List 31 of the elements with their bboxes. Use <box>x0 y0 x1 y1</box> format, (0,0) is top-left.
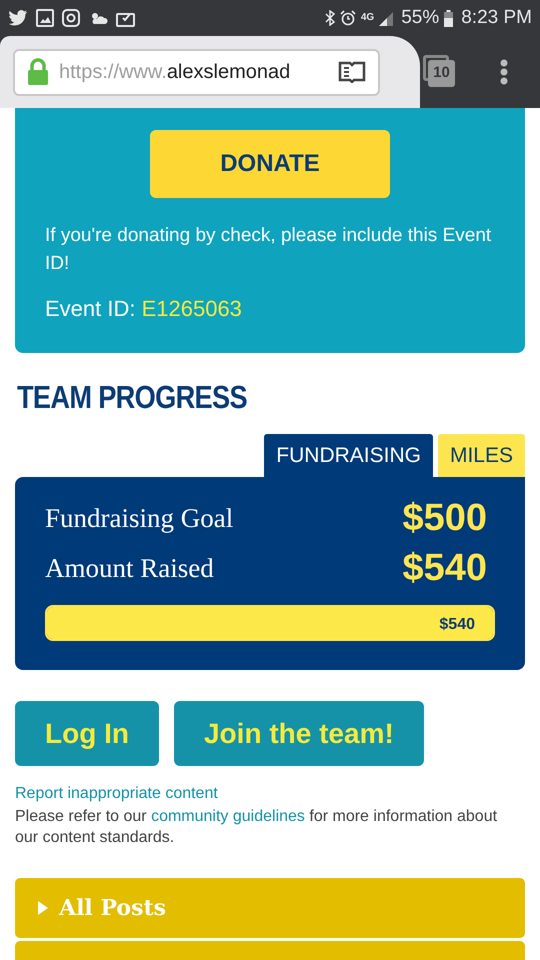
bluetooth-icon <box>324 10 335 26</box>
network-label: 4G <box>360 13 374 23</box>
bird-icon <box>8 9 28 27</box>
guidelines-text: Please refer to our community guidelines for more information about our content standards. <box>15 807 498 848</box>
url-field[interactable]: https://www.alexslemonad <box>13 48 380 96</box>
progress-tab[interactable]: FUNDRAISING <box>264 434 433 477</box>
signal-icon <box>379 10 394 26</box>
stat-value: $500 <box>402 496 487 540</box>
camera-icon <box>62 9 80 27</box>
stat-value: $540 <box>402 546 487 590</box>
report-link[interactable]: Report inappropriate content <box>15 785 218 802</box>
donate-button[interactable]: DONATE <box>150 130 390 198</box>
lock-icon <box>27 58 49 86</box>
stat-label: Amount Raised <box>45 552 214 585</box>
battery-percent: 55% <box>401 6 440 30</box>
join-button[interactable]: Join the team! <box>174 701 424 766</box>
book-icon <box>338 61 366 83</box>
progress-reading: $540 <box>439 615 475 635</box>
stat-label: Fundraising Goal <box>45 502 234 535</box>
image-icon <box>36 9 54 27</box>
section-heading: TEAM PROGRESS <box>17 378 247 417</box>
check-note: If you're donating by check, please include this Event ID! <box>45 224 492 276</box>
event-id: Event ID: E1265063 <box>45 295 243 323</box>
battery-icon <box>444 10 454 26</box>
menu-icon[interactable] <box>500 59 508 85</box>
url-text: https://www.alexslemonad <box>59 60 290 85</box>
login-button[interactable]: Log In <box>15 701 159 766</box>
status-time: 8:23 PM <box>461 6 532 30</box>
progress-tab[interactable]: MILES <box>438 434 525 477</box>
alarm-icon <box>340 10 356 26</box>
guidelines-link[interactable]: community guidelines <box>151 808 305 825</box>
